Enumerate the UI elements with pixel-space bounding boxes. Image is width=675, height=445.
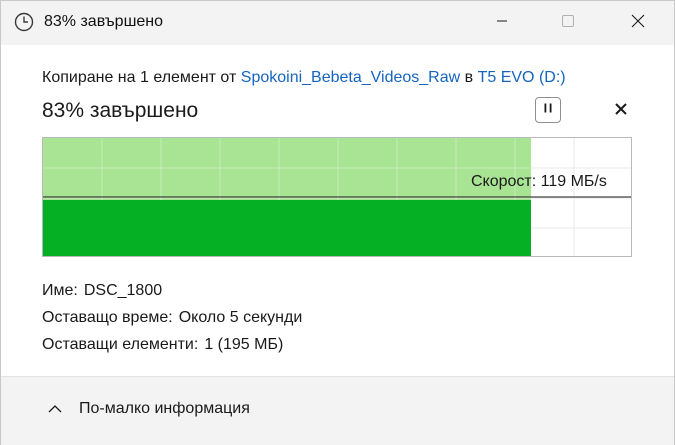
speed-history-fill [43, 200, 531, 256]
pause-button[interactable] [535, 97, 561, 123]
detail-time-key: Оставащо време: [42, 309, 173, 326]
title-bar[interactable]: 83% завършено [1, 1, 674, 45]
chevron-up-icon [47, 401, 63, 417]
detail-time-value: Около 5 секунди [178, 309, 303, 326]
transfer-speed-graph [42, 137, 632, 257]
speed-label: Скорост: 119 МБ/s [471, 173, 607, 190]
copy-prefix: Копиране на 1 елемент от [42, 69, 237, 86]
copy-progress-window: 83% завършено Копиране на 1 елемент от S… [0, 0, 675, 445]
minimize-icon [496, 14, 508, 32]
source-folder-link[interactable]: Spokoini_Bebeta_Videos_Raw [241, 69, 460, 86]
detail-row-items: Оставащи елементи: 1 (195 МБ) [42, 331, 302, 358]
copy-joiner: в [464, 69, 474, 86]
transfer-details: Име: DSC_1800 Оставащо време: Около 5 секу… [42, 277, 302, 358]
detail-name-value: DSC_1800 [83, 282, 163, 299]
detail-row-time: Оставащо време: Около 5 секунди [42, 304, 302, 331]
cancel-copy-button[interactable] [608, 98, 634, 124]
detail-items-value: 1 (195 МБ) [204, 336, 284, 353]
maximize-button[interactable] [545, 1, 591, 45]
speed-graph-canvas [43, 138, 631, 256]
maximize-icon [561, 14, 575, 33]
clock-icon [14, 12, 34, 32]
close-icon [614, 102, 628, 121]
copy-description: Копиране на 1 елемент от Spokoini_Bebeta… [42, 69, 566, 87]
less-info-toggle[interactable]: По-малко информация [47, 400, 250, 418]
footer-bar: По-малко информация [1, 376, 674, 445]
progress-percent-heading: 83% завършено [42, 99, 199, 122]
close-icon [631, 14, 645, 33]
close-window-button[interactable] [615, 1, 661, 45]
progress-content: Копиране на 1 елемент от Spokoini_Bebeta… [1, 45, 674, 375]
detail-row-name: Име: DSC_1800 [42, 277, 302, 304]
detail-items-key: Оставащи елементи: [42, 336, 199, 353]
less-info-label: По-малко информация [79, 400, 250, 417]
window-title: 83% завършено [44, 13, 164, 30]
destination-drive-link[interactable]: T5 EVO (D:) [478, 69, 566, 86]
detail-name-key: Име: [42, 282, 78, 299]
minimize-button[interactable] [479, 1, 525, 45]
pause-icon [542, 101, 554, 119]
